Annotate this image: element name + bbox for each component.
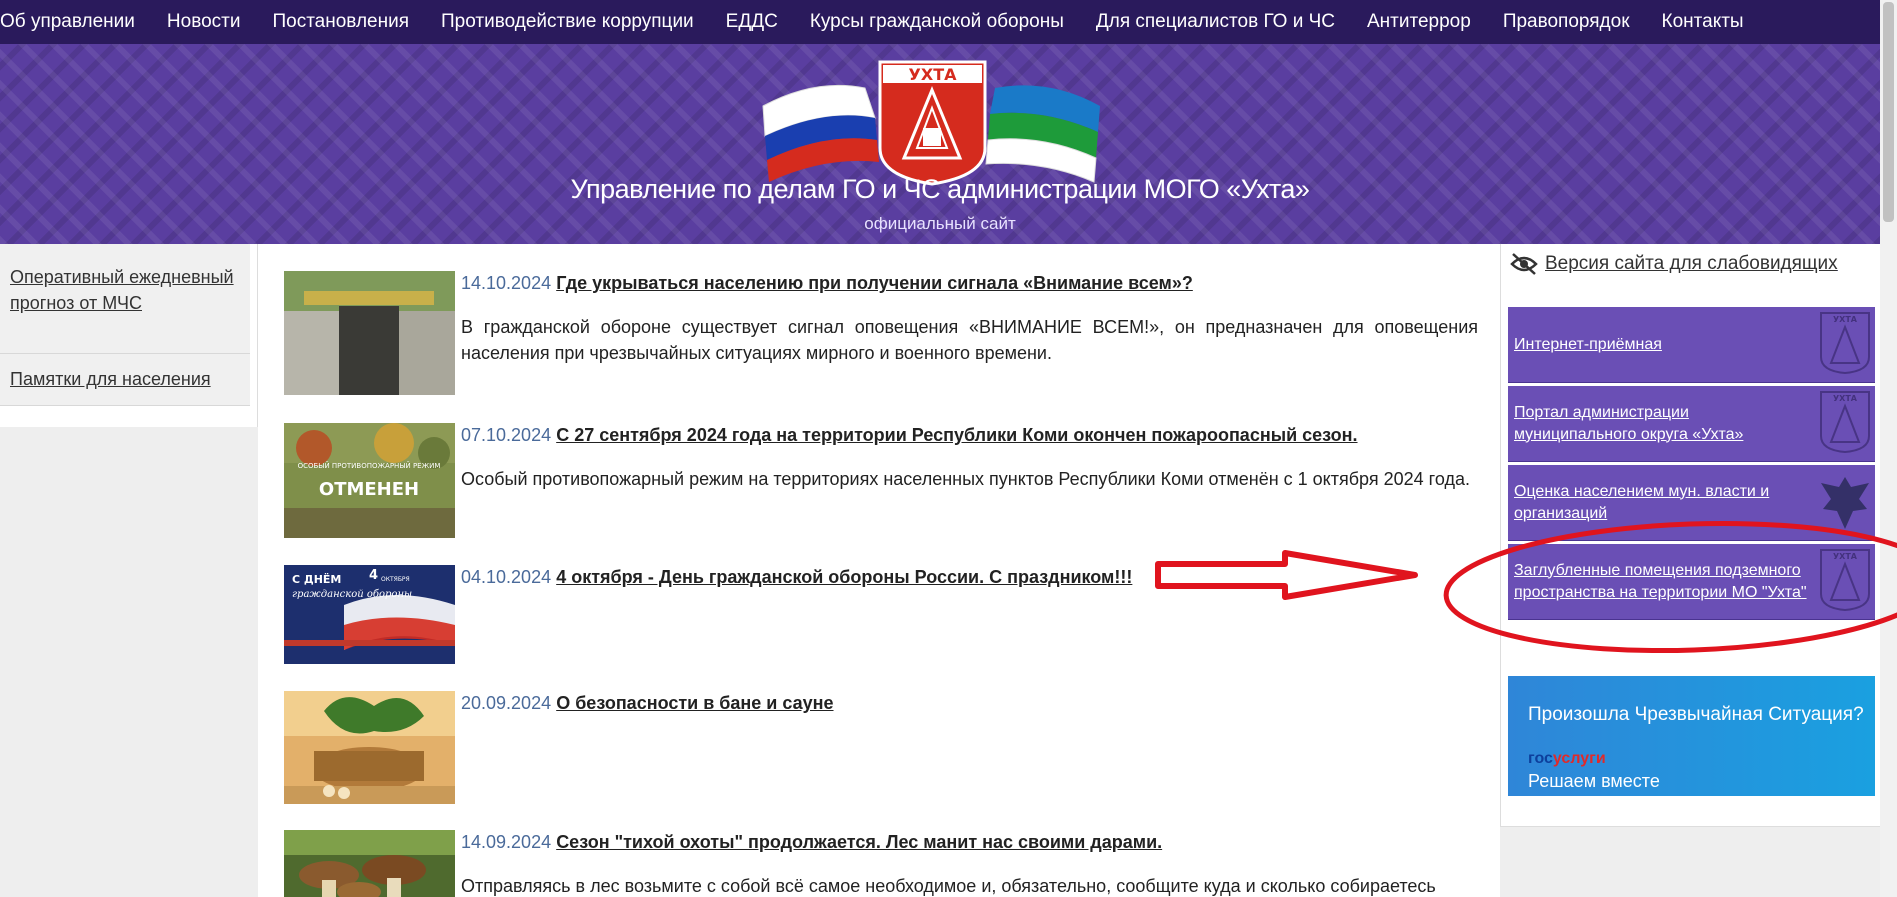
- eye-slash-icon: [1510, 253, 1538, 275]
- nav-item-law-order[interactable]: Правопорядок: [1503, 11, 1630, 33]
- thumb-caption-line1: С ДНЁМ: [292, 572, 341, 586]
- block-label: Портал администрации муниципального окру…: [1514, 403, 1744, 443]
- news-thumbnail[interactable]: [284, 830, 455, 897]
- nav-item-civil-defense-courses[interactable]: Курсы гражданской обороны: [810, 11, 1064, 33]
- block-label: Оценка населением мун. власти и организа…: [1514, 482, 1770, 522]
- news-excerpt: В гражданской обороне существует сигнал …: [461, 317, 1478, 363]
- news-thumbnail[interactable]: [284, 691, 455, 804]
- nav-item-contacts[interactable]: Контакты: [1662, 11, 1744, 33]
- nav-item-antiterror[interactable]: Антитеррор: [1367, 11, 1471, 33]
- top-nav: Об управлении Новости Постановления Прот…: [0, 0, 1880, 44]
- nav-item-news[interactable]: Новости: [167, 11, 241, 33]
- news-thumbnail[interactable]: С ДНЁМ 4 ОКТЯБРЯ гражданской обороны: [284, 565, 455, 664]
- emblem-text: УХТА: [909, 65, 958, 84]
- page: Об управлении Новости Постановления Прот…: [0, 0, 1897, 897]
- block-label: Заглубленные помещения подземного простр…: [1514, 561, 1807, 601]
- news-date: 04.10.2024: [461, 567, 552, 587]
- sidebar-item-memos[interactable]: Памятки для населения: [0, 354, 250, 406]
- nav-item-about[interactable]: Об управлении: [0, 11, 135, 33]
- news-date: 14.10.2024: [461, 273, 552, 293]
- news-title-link[interactable]: Сезон "тихой охоты" продолжается. Лес ма…: [556, 832, 1162, 852]
- right-sidebar: Версия сайта для слабовидящих Интернет-п…: [1500, 244, 1880, 827]
- news-list: 14.10.2024 Где укрываться населению при …: [258, 244, 1500, 897]
- news-date: 07.10.2024: [461, 425, 552, 445]
- eagle-emblem-icon: [1821, 477, 1869, 529]
- news-thumbnail[interactable]: [284, 271, 455, 395]
- page-scrollbar[interactable]: [1880, 0, 1897, 897]
- flags-emblem-logo[interactable]: УХТА: [755, 58, 1110, 188]
- logo-text: УХТА: [1833, 315, 1858, 324]
- news-item: 14.10.2024 Где укрываться населению при …: [284, 271, 1478, 395]
- news-date: 14.09.2024: [461, 832, 552, 852]
- news-excerpt: Особый противопожарный режим на территор…: [461, 469, 1470, 489]
- internet-reception-block[interactable]: Интернет-приёмная УХТА: [1508, 307, 1875, 383]
- logo-text: УХТА: [1833, 552, 1858, 561]
- thumb-caption-line4: гражданской обороны: [292, 589, 412, 600]
- news-item: ОСОБЫЙ ПРОТИВОПОЖАРНЫЙ РЕЖИМ ОТМЕНЕН 07.…: [284, 423, 1478, 543]
- site-title: Управление по делам ГО и ЧС администраци…: [570, 174, 1310, 204]
- thumb-caption-main: ОТМЕНЕН: [319, 479, 419, 500]
- site-header: УХТА Управление по делам ГО и ЧС админис…: [0, 44, 1880, 244]
- thumb-caption-top: ОСОБЫЙ ПРОТИВОПОЖАРНЫЙ РЕЖИМ: [298, 461, 441, 470]
- site-subtitle: официальный сайт: [864, 214, 1016, 233]
- logo-text: УХТА: [1833, 394, 1858, 403]
- thumb-caption-line3: ОКТЯБРЯ: [381, 576, 410, 583]
- low-vision-version-link[interactable]: Версия сайта для слабовидящих: [1509, 252, 1838, 276]
- news-title-link[interactable]: 4 октября - День гражданской обороны Рос…: [556, 567, 1132, 587]
- ukhta-logo-icon: УХТА: [1820, 391, 1870, 454]
- news-item: 20.09.2024 О безопасности в бане и сауне: [284, 691, 1478, 806]
- gosuslugi-emergency-banner[interactable]: Произошла Чрезвычайная Ситуация? госуслу…: [1508, 676, 1875, 796]
- admin-portal-block[interactable]: Портал администрации муниципального окру…: [1508, 386, 1875, 462]
- news-title-link[interactable]: Где укрываться населению при получении с…: [556, 273, 1193, 293]
- news-item: С ДНЁМ 4 ОКТЯБРЯ гражданской обороны 04.…: [284, 565, 1478, 665]
- nav-item-anticorruption[interactable]: Противодействие коррупции: [441, 11, 694, 33]
- news-excerpt: Отправляясь в лес возьмите с собой всё с…: [461, 876, 1436, 896]
- sidebar-item-mchs-forecast[interactable]: Оперативный ежедневный прогноз от МЧС: [0, 244, 250, 354]
- news-item: 14.09.2024 Сезон "тихой охоты" продолжае…: [284, 830, 1478, 897]
- nav-item-edds[interactable]: ЕДДС: [726, 11, 778, 33]
- news-title-link[interactable]: О безопасности в бане и сауне: [556, 693, 833, 713]
- news-title-link[interactable]: С 27 сентября 2024 года на территории Ре…: [556, 425, 1357, 445]
- low-vision-link-label: Версия сайта для слабовидящих: [1545, 253, 1838, 274]
- block-label: Интернет-приёмная: [1514, 335, 1662, 353]
- news-date: 20.09.2024: [461, 693, 552, 713]
- left-sidebar: Оперативный ежедневный прогноз от МЧС Па…: [0, 244, 258, 427]
- population-assessment-block[interactable]: Оценка населением мун. власти и организа…: [1508, 465, 1875, 541]
- ukhta-logo-icon: УХТА: [1820, 312, 1870, 375]
- banner-slogan: Решаем вместе: [1528, 771, 1660, 791]
- news-thumbnail[interactable]: ОСОБЫЙ ПРОТИВОПОЖАРНЫЙ РЕЖИМ ОТМЕНЕН: [284, 423, 455, 538]
- gosuslugi-logo: госуслуги: [1528, 750, 1606, 767]
- ukhta-logo-icon: УХТА: [1820, 549, 1870, 612]
- thumb-caption-line2: 4: [369, 568, 378, 583]
- nav-item-decrees[interactable]: Постановления: [272, 11, 409, 33]
- nav-item-specialists[interactable]: Для специалистов ГО и ЧС: [1096, 11, 1335, 33]
- scrollbar-thumb[interactable]: [1883, 2, 1894, 222]
- underground-shelters-block[interactable]: Заглубленные помещения подземного простр…: [1508, 544, 1875, 620]
- banner-question: Произошла Чрезвычайная Ситуация?: [1528, 704, 1864, 725]
